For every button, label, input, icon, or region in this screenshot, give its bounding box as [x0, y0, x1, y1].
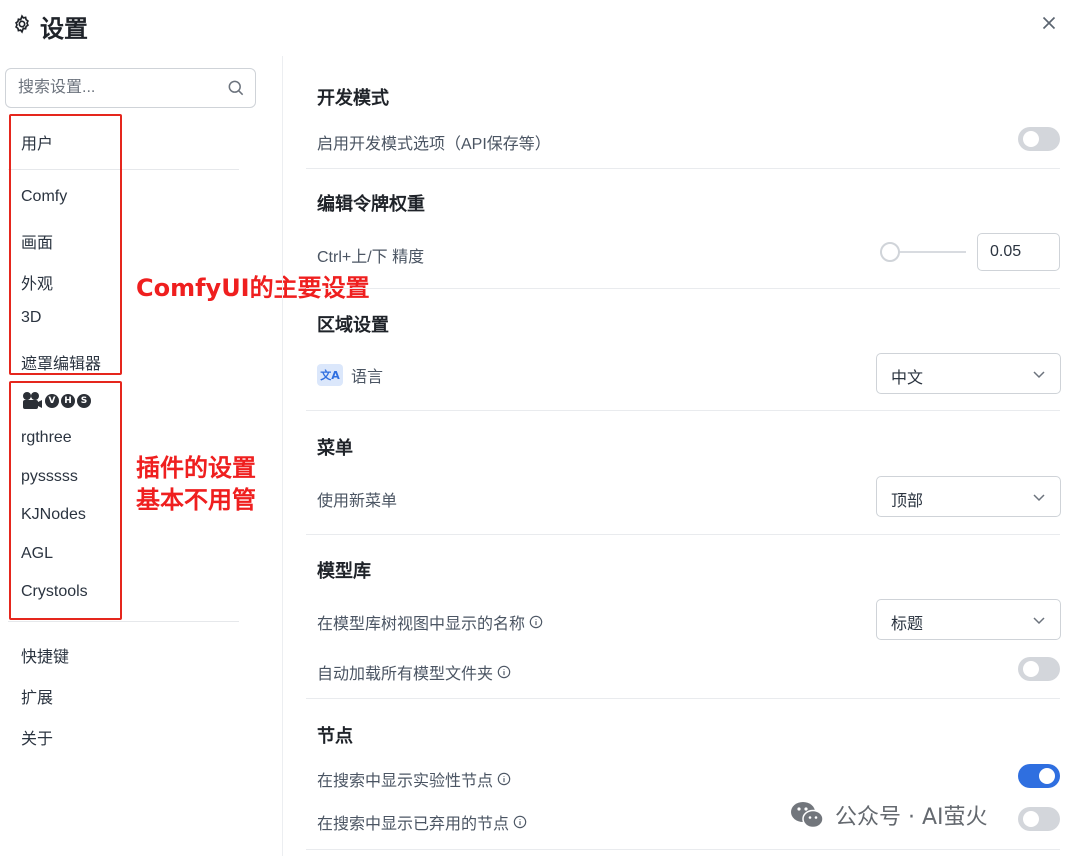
sidebar-divider [8, 621, 239, 622]
toggle-knob [1039, 768, 1055, 784]
info-icon[interactable] [513, 815, 527, 829]
setting-label-experimental: 在搜索中显示实验性节点 [317, 767, 511, 791]
info-icon[interactable] [529, 615, 543, 629]
section-divider [306, 698, 1060, 699]
setting-label-precision: Ctrl+上/下 精度 [317, 243, 424, 267]
setting-label-tree-name: 在模型库树视图中显示的名称 [317, 610, 543, 634]
section-divider [306, 534, 1060, 535]
experimental-nodes-toggle[interactable] [1018, 764, 1060, 788]
search-input[interactable] [18, 77, 218, 99]
search-icon[interactable] [226, 78, 246, 98]
toggle-knob [1023, 131, 1039, 147]
section-divider [306, 849, 1060, 850]
setting-label-text: 在搜索中显示已弃用的节点 [317, 816, 510, 833]
section-title-locale: 区域设置 [317, 315, 389, 335]
translate-icon: 文A [317, 364, 343, 386]
annotation-plugins-text-1: 插件的设置 [136, 454, 256, 482]
search-box[interactable] [5, 68, 256, 108]
dialog-header: 设置 [0, 0, 1080, 52]
info-icon[interactable] [497, 772, 511, 786]
setting-label-text: Ctrl+上/下 精度 [317, 249, 425, 266]
sidebar-item-extensions[interactable]: 扩展 [21, 684, 53, 708]
precision-input[interactable] [990, 242, 1050, 262]
precision-number-box[interactable] [977, 233, 1060, 271]
setting-label-deprecated: 在搜索中显示已弃用的节点 [317, 810, 527, 834]
setting-label-new-menu: 使用新菜单 [317, 487, 397, 511]
setting-label-language: 文A 语言 [317, 363, 383, 387]
chevron-down-icon [1033, 371, 1045, 379]
setting-label-dev-mode: 启用开发模式选项（API保存等） [317, 130, 551, 154]
chevron-down-icon [1033, 617, 1045, 625]
section-divider [306, 288, 1060, 289]
setting-label-text: 使用新菜单 [317, 493, 398, 510]
menu-select-value: 顶部 [891, 493, 924, 510]
info-icon[interactable] [497, 665, 511, 679]
language-select[interactable]: 中文 [876, 353, 1061, 394]
section-title-menu: 菜单 [317, 438, 353, 458]
section-title-dev-mode: 开发模式 [317, 88, 389, 108]
annotation-plugins-text-2: 基本不用管 [136, 486, 256, 514]
close-icon[interactable] [1038, 12, 1060, 34]
setting-label-text: 语言 [351, 369, 384, 386]
setting-label-autoload: 自动加载所有模型文件夹 [317, 660, 511, 684]
setting-label-text: 在搜索中显示实验性节点 [317, 773, 494, 790]
sidebar-item-shortcuts[interactable]: 快捷键 [21, 643, 69, 667]
dev-mode-toggle[interactable] [1018, 127, 1060, 151]
section-title-node: 节点 [317, 726, 353, 746]
gear-icon [15, 14, 29, 34]
toggle-knob [1023, 811, 1039, 827]
section-title-token-weight: 编辑令牌权重 [317, 194, 425, 214]
language-select-value: 中文 [891, 370, 924, 387]
annotation-box-plugins [9, 381, 122, 620]
precision-slider[interactable] [880, 242, 966, 262]
wechat-icon [791, 802, 824, 829]
deprecated-nodes-toggle[interactable] [1018, 807, 1060, 831]
slider-thumb[interactable] [880, 242, 900, 262]
sidebar-item-about[interactable]: 关于 [21, 725, 53, 749]
autoload-toggle[interactable] [1018, 657, 1060, 681]
setting-label-text: 启用开发模式选项（API保存等） [317, 136, 551, 153]
section-divider [306, 168, 1060, 169]
chevron-down-icon [1033, 494, 1045, 502]
section-title-model-library: 模型库 [317, 561, 371, 581]
panel-separator [282, 56, 283, 856]
watermark: 公众号 · AI萤火 [789, 798, 988, 832]
model-name-select[interactable]: 标题 [876, 599, 1061, 640]
page-title: 设置 [40, 16, 88, 43]
setting-label-text: 在模型库树视图中显示的名称 [317, 616, 526, 633]
menu-position-select[interactable]: 顶部 [876, 476, 1061, 517]
toggle-knob [1023, 661, 1039, 677]
model-name-select-value: 标题 [891, 616, 924, 633]
section-divider [306, 410, 1060, 411]
setting-label-text: 自动加载所有模型文件夹 [317, 666, 494, 683]
watermark-text: 公众号 · AI萤火 [835, 805, 988, 830]
annotation-box-main [9, 114, 122, 375]
